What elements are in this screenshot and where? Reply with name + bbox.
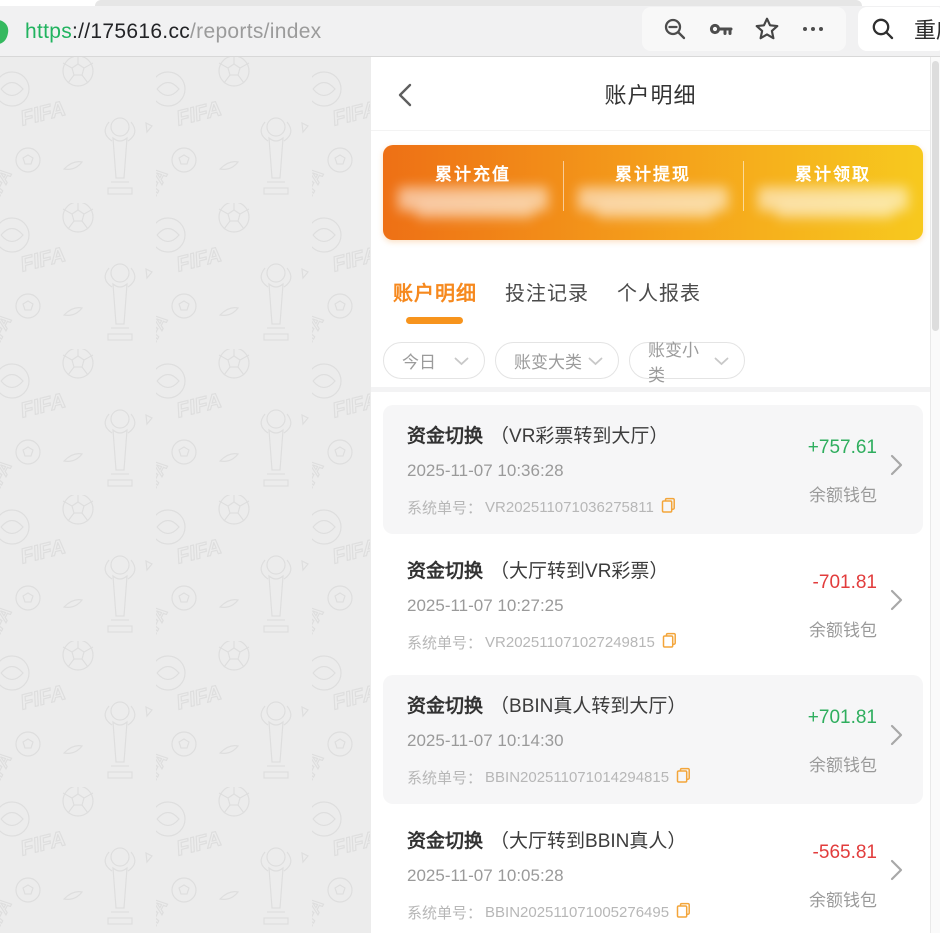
filter-major-type-dropdown[interactable]: 账变大类	[495, 342, 619, 379]
url-scheme: https	[25, 20, 72, 44]
transaction-wallet: 余额钱包	[809, 481, 877, 506]
chevron-down-icon	[454, 351, 469, 371]
copy-icon[interactable]	[676, 902, 691, 923]
section-divider	[371, 387, 930, 392]
browser-search-box[interactable]: 重庆	[858, 7, 940, 51]
transaction-order: 系统单号：VR202511071027249815	[407, 632, 677, 653]
transaction-row[interactable]: 资金切换（大厅转到BBIN真人） 2025-11-07 10:05:28 系统单…	[383, 810, 923, 933]
fifa-watermark-background: FIFA FIFA	[0, 57, 370, 933]
filter-date-dropdown[interactable]: 今日	[383, 342, 485, 379]
more-dots-icon[interactable]	[796, 12, 830, 46]
order-label: 系统单号：	[407, 497, 482, 518]
active-tab-underline	[406, 317, 463, 324]
order-label: 系统单号：	[407, 767, 482, 788]
redacted-amount	[758, 187, 908, 223]
transaction-wallet: 余额钱包	[809, 886, 877, 911]
filter-label: 账变大类	[514, 348, 582, 373]
chevron-down-icon	[714, 351, 729, 371]
order-label: 系统单号：	[407, 902, 482, 923]
tab-bet-records[interactable]: 投注记录	[505, 277, 589, 306]
order-number: BBIN202511071014294815	[485, 769, 669, 786]
summary-card: 累计充值 累计提现 累计领取	[383, 145, 923, 240]
copy-icon[interactable]	[662, 632, 677, 653]
url-host: ://175616.cc	[72, 20, 190, 44]
scrollbar[interactable]	[930, 57, 940, 933]
order-number: VR202511071027249815	[485, 634, 655, 651]
browser-toolbar: https://175616.cc/reports/index	[0, 0, 940, 57]
summary-total-withdraw: 累计提现	[563, 145, 743, 240]
search-icon	[870, 16, 896, 42]
copy-icon[interactable]	[676, 767, 691, 788]
transaction-amount: -701.81	[813, 572, 877, 594]
filter-minor-type-dropdown[interactable]: 账变小类	[629, 342, 745, 379]
key-icon[interactable]	[704, 12, 738, 46]
transaction-amount: +701.81	[808, 707, 877, 729]
scrollbar-thumb[interactable]	[932, 61, 939, 331]
transaction-title: 资金切换（BBIN真人转到大厅）	[407, 691, 686, 718]
transaction-order: 系统单号：VR202511071036275811	[407, 497, 676, 518]
transaction-title: 资金切换（VR彩票转到大厅）	[407, 421, 668, 448]
redacted-amount	[398, 187, 548, 223]
chevron-right-icon[interactable]	[890, 859, 903, 886]
transaction-time: 2025-11-07 10:14:30	[407, 731, 564, 751]
order-number: BBIN202511071005276495	[485, 904, 669, 921]
copy-icon[interactable]	[661, 497, 676, 518]
zoom-out-icon[interactable]	[658, 12, 692, 46]
transaction-amount: -565.81	[813, 842, 877, 864]
transaction-amount: +757.61	[808, 437, 877, 459]
page-header: 账户明细	[371, 57, 930, 131]
chevron-down-icon	[588, 351, 603, 371]
transaction-row[interactable]: 资金切换（大厅转到VR彩票） 2025-11-07 10:27:25 系统单号：…	[383, 540, 923, 669]
transaction-wallet: 余额钱包	[809, 751, 877, 776]
chevron-right-icon[interactable]	[890, 589, 903, 616]
order-number: VR202511071036275811	[485, 499, 654, 516]
summary-label: 累计提现	[563, 160, 743, 185]
summary-total-deposit: 累计充值	[383, 145, 563, 240]
filter-bar: 今日 账变大类 账变小类	[383, 342, 745, 379]
tab-account-detail[interactable]: 账户明细	[393, 277, 477, 306]
page-title: 账户明细	[371, 57, 930, 131]
summary-label: 累计领取	[743, 160, 923, 185]
summary-label: 累计充值	[383, 160, 563, 185]
summary-total-claimed: 累计领取	[743, 145, 923, 240]
order-label: 系统单号：	[407, 632, 482, 653]
transaction-time: 2025-11-07 10:05:28	[407, 866, 564, 886]
transaction-order: 系统单号：BBIN202511071005276495	[407, 902, 691, 923]
transaction-title: 资金切换（大厅转到BBIN真人）	[407, 826, 686, 853]
transaction-time: 2025-11-07 10:36:28	[407, 461, 564, 481]
filter-label: 账变小类	[648, 336, 714, 386]
url-path: /reports/index	[190, 20, 321, 44]
transaction-row[interactable]: 资金切换（BBIN真人转到大厅） 2025-11-07 10:14:30 系统单…	[383, 675, 923, 804]
transaction-time: 2025-11-07 10:27:25	[407, 596, 564, 616]
chevron-right-icon[interactable]	[890, 724, 903, 751]
transaction-row[interactable]: 资金切换（VR彩票转到大厅） 2025-11-07 10:36:28 系统单号：…	[383, 405, 923, 534]
filter-label: 今日	[402, 348, 436, 373]
star-icon[interactable]	[750, 12, 784, 46]
account-detail-panel: 账户明细 累计充值 累计提现 累计领取 账户明细 投注记录 个人报表 今日	[370, 57, 930, 933]
redacted-amount	[578, 187, 728, 223]
browser-actions	[642, 7, 846, 51]
address-bar[interactable]: https://175616.cc/reports/index	[25, 6, 321, 57]
chevron-right-icon[interactable]	[890, 454, 903, 481]
tab-personal-report[interactable]: 个人报表	[617, 277, 701, 306]
transaction-wallet: 余额钱包	[809, 616, 877, 641]
transaction-order: 系统单号：BBIN202511071014294815	[407, 767, 691, 788]
site-logo-icon	[0, 18, 10, 51]
search-query-text: 重庆	[914, 13, 940, 45]
report-tabs: 账户明细 投注记录 个人报表	[393, 277, 701, 306]
transaction-title: 资金切换（大厅转到VR彩票）	[407, 556, 668, 583]
